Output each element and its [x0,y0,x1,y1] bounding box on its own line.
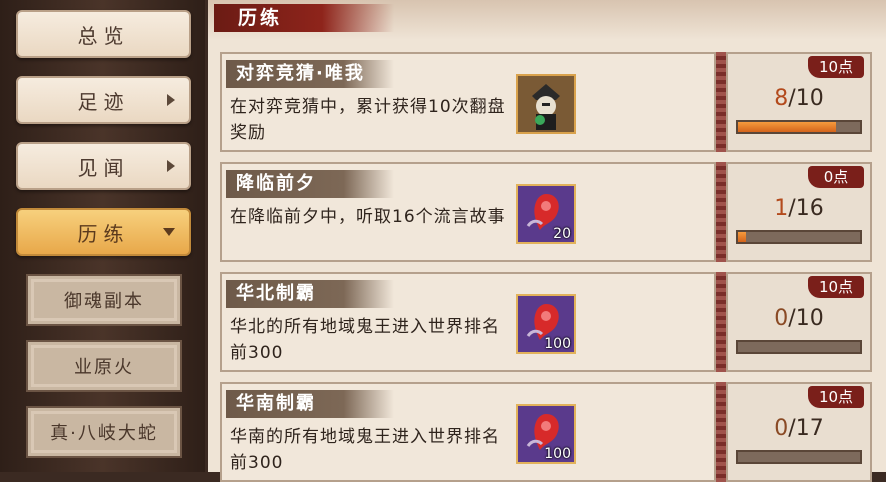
task-progress-panel: 10点 0/10 [726,272,872,372]
red-magatama-icon[interactable]: 100 [516,294,576,354]
reward-count: 20 [553,226,571,242]
shikigami-portrait-icon[interactable] [516,74,576,134]
task-info: 降临前夕 在降临前夕中，听取16个流言故事 20 [220,162,716,262]
progress-text: 0/17 [728,416,870,441]
points-badge: 10点 [808,56,864,78]
sub-nav-label: 御魂副本 [64,291,144,312]
red-magatama-icon[interactable]: 20 [516,184,576,244]
progress-current: 0 [774,306,789,331]
task-progress-panel: 10点 8/10 [726,52,872,152]
task-title: 降临前夕 [226,170,394,198]
progress-current: 1 [774,196,789,221]
progress-bar-fill [738,122,836,132]
progress-text: 1/16 [728,196,870,221]
task-card: 降临前夕 在降临前夕中，听取16个流言故事 20 0点 1/16 [220,162,882,262]
task-card: 华南制霸 华南的所有地域鬼王进入世界排名前300 100 10点 0/17 [220,382,882,482]
progress-total: /10 [788,306,824,331]
progress-current: 0 [774,416,789,441]
progress-total: /17 [788,416,824,441]
task-description: 在对弈竞猜中，累计获得10次翻盘奖励 [230,97,506,143]
nav-training-label: 历练 [77,221,130,246]
card-divider [716,162,726,262]
progress-bar [736,230,862,244]
sidebar: 总览 足迹 见闻 历练 御魂副本 业原火 真·八岐大蛇 [0,0,205,472]
reward-count: 100 [544,336,571,352]
task-info: 华南制霸 华南的所有地域鬼王进入世界排名前300 100 [220,382,716,482]
nav-footprints[interactable]: 足迹 [16,76,191,124]
nav-knowledge[interactable]: 见闻 [16,142,191,190]
card-divider [716,52,726,152]
progress-bar-fill [738,232,746,242]
red-magatama-icon[interactable]: 100 [516,404,576,464]
sub-nav-label: 真·八岐大蛇 [50,423,158,444]
points-badge: 10点 [808,386,864,408]
progress-text: 0/10 [728,306,870,331]
card-divider [716,382,726,482]
progress-text: 8/10 [728,86,870,111]
task-title: 华南制霸 [226,390,394,418]
sub-nav-orochi[interactable]: 真·八岐大蛇 [26,406,182,458]
task-info: 华北制霸 华北的所有地域鬼王进入世界排名前300 100 [220,272,716,372]
task-card: 华北制霸 华北的所有地域鬼王进入世界排名前300 100 10点 0/10 [220,272,882,372]
progress-bar [736,340,862,354]
chevron-right-icon [167,160,175,172]
sub-nav-soul-dungeon[interactable]: 御魂副本 [26,274,182,326]
task-info: 对弈竞猜·唯我 在对弈竞猜中，累计获得10次翻盘奖励 [220,52,716,152]
progress-total: /16 [788,196,824,221]
chevron-down-icon [163,228,175,236]
progress-current: 8 [774,86,789,111]
task-description: 在降临前夕中，听取16个流言故事 [230,207,506,227]
points-badge: 10点 [808,276,864,298]
nav-overview-label: 总览 [77,23,130,48]
task-progress-panel: 10点 0/17 [726,382,872,482]
progress-bar [736,450,862,464]
sub-nav-karma-fire[interactable]: 业原火 [26,340,182,392]
chevron-right-icon [167,94,175,106]
nav-training[interactable]: 历练 [16,208,191,256]
progress-total: /10 [788,86,824,111]
card-divider [716,272,726,372]
progress-bar [736,120,862,134]
nav-knowledge-label: 见闻 [77,155,130,180]
task-description: 华北的所有地域鬼王进入世界排名前300 [230,317,500,363]
task-title: 华北制霸 [226,280,394,308]
main-panel: 历练 对弈竞猜·唯我 在对弈竞猜中，累计获得10次翻盘奖励 10点 8/10 降… [208,0,886,482]
task-description: 华南的所有地域鬼王进入世界排名前300 [230,427,500,473]
page-title: 历练 [214,4,394,32]
points-badge: 0点 [808,166,864,188]
nav-overview[interactable]: 总览 [16,10,191,58]
reward-count: 100 [544,446,571,462]
task-card: 对弈竞猜·唯我 在对弈竞猜中，累计获得10次翻盘奖励 10点 8/10 [220,52,882,152]
task-title: 对弈竞猜·唯我 [226,60,394,88]
nav-footprints-label: 足迹 [77,89,130,114]
sub-nav-label: 业原火 [74,357,134,378]
task-progress-panel: 0点 1/16 [726,162,872,262]
